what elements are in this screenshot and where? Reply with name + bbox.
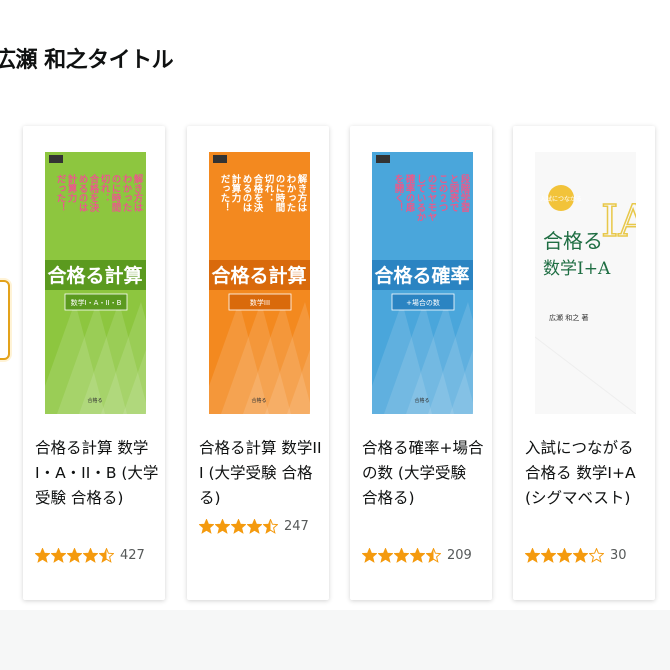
svg-text:合格る計算: 合格る計算 (211, 264, 306, 287)
section-title: 広瀬 和之タイトル (0, 48, 174, 73)
svg-text:広瀬 和之 著: 広瀬 和之 著 (549, 313, 588, 322)
svg-text:入試につながる: 入試につながる (540, 195, 582, 203)
svg-text:合格を決: 合格を決 (88, 173, 100, 213)
svg-text:この２つ: この２つ (437, 174, 449, 212)
svg-text:数学I・A・II・B: 数学I・A・II・B (71, 298, 122, 307)
svg-text:IA: IA (601, 196, 636, 247)
star-rating-icon (35, 547, 115, 563)
product-title-link[interactable]: 入試につながる 合格る 数学I+A (シグマベスト) (525, 436, 649, 511)
book-cover-image[interactable]: 解き方は わかった のに時間 切れ： 合格を決 めるのは 計算力 だった！ 合格る計算数学I・A… (45, 152, 146, 414)
review-count[interactable]: 427 (120, 548, 145, 563)
svg-text:のモヤモヤ: のモヤモヤ (426, 174, 438, 222)
svg-text:だった！: だった！ (55, 174, 67, 212)
svg-text:と図表で: と図表で (448, 174, 461, 213)
svg-text:計算力: 計算力 (66, 173, 78, 203)
svg-text:解き方は: 解き方は (132, 173, 144, 212)
star-rating-icon (525, 547, 605, 563)
svg-text:しているか: しているか (415, 174, 427, 222)
rating[interactable]: 427 (35, 543, 145, 567)
star-rating-icon (199, 518, 279, 534)
rating[interactable]: 30 (525, 543, 627, 567)
svg-text:めるのは: めるのは (77, 174, 89, 212)
svg-text:合格る計算: 合格る計算 (47, 264, 142, 287)
svg-text:合格を決: 合格を決 (252, 173, 264, 213)
rating[interactable]: 209 (362, 543, 472, 567)
book-cover-image[interactable]: 入試につながる IA 合格る数学I+A 広瀬 和之 著 (535, 152, 636, 414)
svg-text:切れ：: 切れ： (263, 174, 275, 203)
svg-text:解き方は: 解き方は (296, 173, 308, 212)
product-card[interactable]: 段階学習 と図表で この２つ のモヤモヤ しているか 確率の扉 を開く！ 合格る確率 +場合の数… (350, 126, 492, 600)
svg-text:だった！: だった！ (219, 174, 231, 212)
product-title-link[interactable]: 合格る計算 数学I・A・II・B (大学受験 合格る) (35, 436, 159, 511)
rating[interactable]: 247 (199, 514, 309, 538)
svg-text:のに時間: のに時間 (274, 174, 286, 213)
svg-text:わかった: わかった (285, 174, 297, 213)
svg-text:確率の扉: 確率の扉 (404, 173, 417, 213)
review-count[interactable]: 30 (610, 548, 627, 563)
svg-text:合格る: 合格る (87, 397, 102, 404)
product-card[interactable]: 解き方は わかった のに時間 切れ： 合格を決 めるのは 計算力 だった！ 合格る計算数学III… (187, 126, 329, 600)
svg-text:合格る確率: 合格る確率 (374, 264, 469, 287)
svg-text:合格る: 合格る (251, 397, 266, 404)
product-card[interactable]: 解き方は わかった のに時間 切れ： 合格を決 めるのは 計算力 だった！ 合格る計算数学I・A… (23, 126, 165, 600)
carousel-prev-button[interactable] (0, 280, 10, 360)
svg-text:切れ：: 切れ： (99, 174, 111, 203)
svg-text:+場合の数: +場合の数 (406, 298, 440, 307)
book-cover-image[interactable]: 段階学習 と図表で この２つ のモヤモヤ しているか 確率の扉 を開く！ 合格る確率 +場合の数… (372, 152, 473, 414)
product-title-link[interactable]: 合格る計算 数学III (大学受験 合格る) (199, 436, 323, 511)
svg-text:段階学習: 段階学習 (459, 173, 471, 213)
svg-text:計算力: 計算力 (230, 173, 242, 203)
page-footer-band (0, 610, 670, 670)
product-title-link[interactable]: 合格る確率+場合の数 (大学受験 合格る) (362, 436, 486, 511)
svg-text:めるのは: めるのは (241, 174, 253, 212)
svg-text:を開く！: を開く！ (393, 174, 405, 212)
svg-text:数学I+A: 数学I+A (543, 259, 611, 279)
book-cover-image[interactable]: 解き方は わかった のに時間 切れ： 合格を決 めるのは 計算力 だった！ 合格る計算数学III… (209, 152, 310, 414)
review-count[interactable]: 247 (284, 519, 309, 534)
svg-text:のに時間: のに時間 (110, 174, 122, 213)
svg-text:合格る: 合格る (414, 397, 429, 404)
svg-text:わかった: わかった (121, 174, 133, 213)
star-rating-icon (362, 547, 442, 563)
review-count[interactable]: 209 (447, 548, 472, 563)
product-card[interactable]: 入試につながる IA 合格る数学I+A 広瀬 和之 著 入試につながる 合格る 数学I… (513, 126, 655, 600)
svg-text:合格る: 合格る (543, 229, 603, 253)
svg-text:数学III: 数学III (250, 298, 270, 307)
